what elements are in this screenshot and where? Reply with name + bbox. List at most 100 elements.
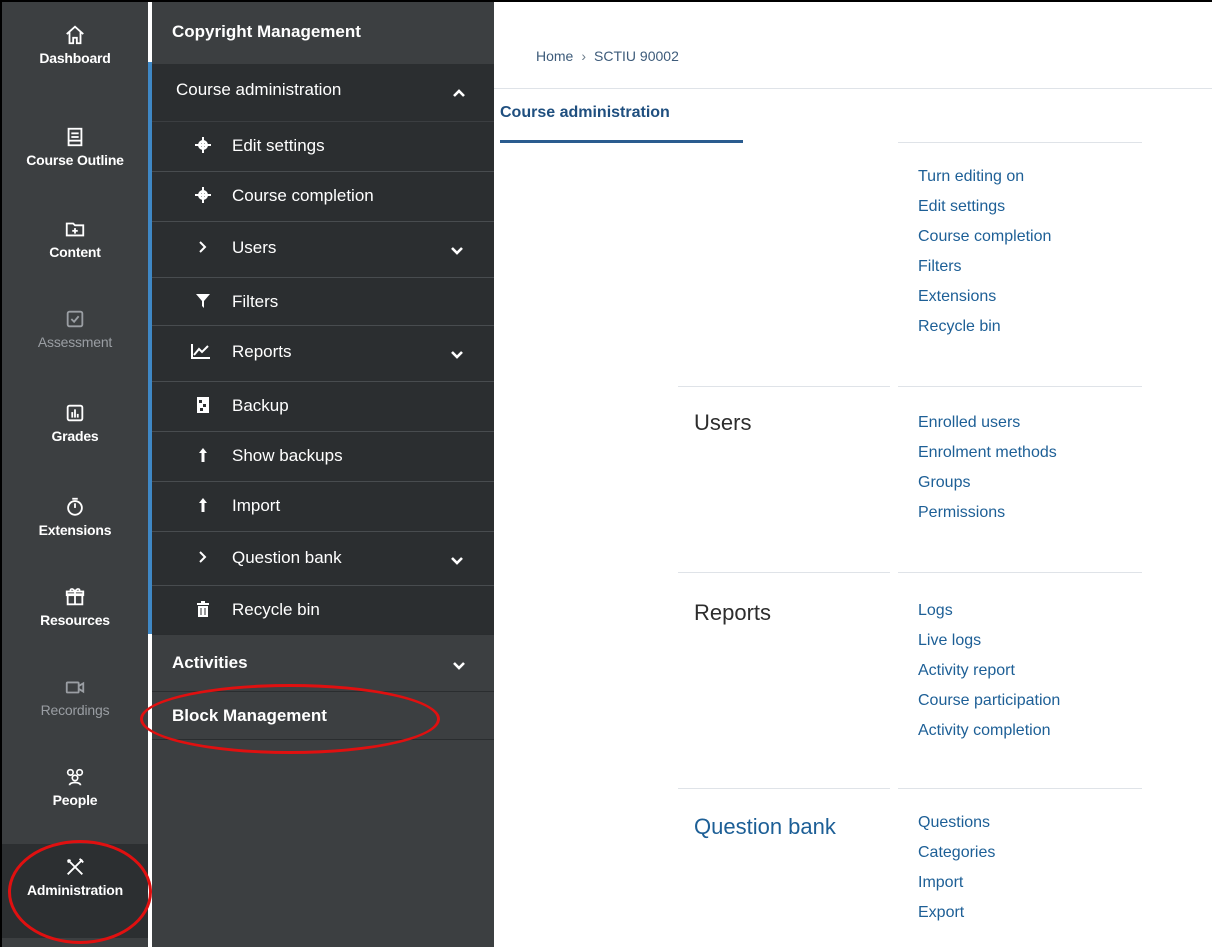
rail-label: Grades: [51, 428, 99, 444]
drawer-item-import[interactable]: Import: [152, 482, 494, 532]
course-administration-toggle[interactable]: Course administration: [152, 64, 494, 122]
link-export[interactable]: Export: [918, 898, 995, 928]
drawer-item-reports[interactable]: Reports: [152, 326, 494, 382]
rail-item-administration[interactable]: Administration: [2, 844, 148, 938]
link-logs[interactable]: Logs: [918, 596, 1060, 626]
group-title-reports: Reports: [694, 600, 772, 625]
rail-item-content[interactable]: Content: [2, 218, 148, 260]
drawer-item-question-bank[interactable]: Question bank: [152, 532, 494, 586]
drawer-item-label: Show backups: [232, 446, 343, 465]
drawer-item-show-backups[interactable]: Show backups: [152, 432, 494, 482]
drawer-item-filters[interactable]: Filters: [152, 278, 494, 326]
course-drawer: Copyright Management Course administrati…: [152, 2, 494, 947]
group-title-users: Users: [694, 410, 752, 435]
gift-icon: [64, 586, 86, 608]
link-questions[interactable]: Questions: [918, 808, 995, 838]
filter-icon: [194, 292, 212, 310]
rail-label: Assessment: [37, 334, 113, 350]
drawer-item-label: Block Management: [172, 706, 327, 725]
breadcrumb: Home › SCTIU 90002: [536, 48, 679, 64]
breadcrumb-separator: ›: [581, 48, 587, 64]
main-content: Home › SCTIU 90002 Course administration T…: [494, 2, 1212, 947]
link-permissions[interactable]: Permissions: [918, 498, 1057, 528]
divider: [678, 788, 890, 789]
drawer-item-backup[interactable]: Backup: [152, 382, 494, 432]
drawer-item-label: Users: [232, 238, 277, 257]
header-divider: [494, 88, 1212, 89]
divider: [898, 386, 1142, 387]
rail-item-extensions[interactable]: Extensions: [2, 496, 148, 538]
link-activity-completion[interactable]: Activity completion: [918, 716, 1060, 746]
drawer-item-block-management[interactable]: Block Management: [152, 692, 494, 740]
link-recycle-bin[interactable]: Recycle bin: [918, 312, 1051, 342]
breadcrumb-course[interactable]: SCTIU 90002: [594, 48, 679, 64]
chevron-down-icon: [450, 246, 464, 256]
drawer-header-label: Copyright Management: [172, 22, 361, 41]
link-enrolled-users[interactable]: Enrolled users: [918, 408, 1057, 438]
rail-item-grades[interactable]: Grades: [2, 402, 148, 444]
users-links: Enrolled users Enrolment methods Groups …: [918, 408, 1057, 528]
rail-label: Course Outline: [26, 152, 124, 168]
active-tab-underline: [500, 140, 743, 143]
divider: [678, 572, 890, 573]
drawer-item-label: Activities: [172, 653, 248, 672]
document-icon: [64, 126, 86, 148]
link-course-participation[interactable]: Course participation: [918, 686, 1060, 716]
drawer-item-label: Recycle bin: [232, 600, 320, 619]
left-rail: Dashboard Course Outline Content Assessm…: [2, 2, 148, 947]
gear-icon: [194, 136, 212, 154]
link-activity-report[interactable]: Activity report: [918, 656, 1060, 686]
rail-item-people[interactable]: People: [2, 766, 148, 808]
rail-label: Dashboard: [39, 50, 111, 66]
link-extensions[interactable]: Extensions: [918, 282, 1051, 312]
drawer-item-recycle-bin[interactable]: Recycle bin: [152, 586, 494, 634]
breadcrumb-home[interactable]: Home: [536, 48, 573, 64]
rail-item-resources[interactable]: Resources: [2, 586, 148, 628]
folder-plus-icon: [64, 218, 86, 240]
chevron-up-icon: [452, 88, 466, 98]
rail-item-recordings[interactable]: Recordings: [2, 676, 148, 718]
link-enrolment-methods[interactable]: Enrolment methods: [918, 438, 1057, 468]
rail-item-assessment[interactable]: Assessment: [2, 308, 148, 350]
link-turn-editing-on[interactable]: Turn editing on: [918, 162, 1051, 192]
link-live-logs[interactable]: Live logs: [918, 626, 1060, 656]
rail-label: People: [52, 792, 98, 808]
drawer-item-label: Course completion: [232, 186, 374, 205]
drawer-item-users[interactable]: Users: [152, 222, 494, 278]
drawer-item-label: Question bank: [232, 548, 342, 567]
upload-icon: [194, 496, 212, 514]
video-camera-icon: [64, 676, 86, 698]
rail-label: Extensions: [38, 522, 112, 538]
tools-icon: [64, 856, 86, 878]
link-import[interactable]: Import: [918, 868, 995, 898]
chevron-down-icon: [450, 350, 464, 360]
course-administration-section: Course administration Edit settings Cour…: [152, 64, 494, 634]
drawer-item-course-completion[interactable]: Course completion: [152, 172, 494, 222]
chevron-right-icon: [194, 238, 212, 256]
upload-icon: [194, 446, 212, 464]
drawer-item-label: Backup: [232, 396, 289, 415]
link-filters[interactable]: Filters: [918, 252, 1051, 282]
drawer-item-label: Filters: [232, 292, 279, 311]
divider: [898, 142, 1142, 143]
drawer-item-activities[interactable]: Activities: [152, 634, 494, 692]
group-title-question-bank[interactable]: Question bank: [694, 814, 836, 840]
link-groups[interactable]: Groups: [918, 468, 1057, 498]
chevron-down-icon: [452, 661, 466, 671]
tab-course-administration[interactable]: Course administration: [500, 104, 670, 122]
people-icon: [64, 766, 86, 788]
rail-item-course-outline[interactable]: Course Outline: [2, 126, 148, 168]
link-edit-settings[interactable]: Edit settings: [918, 192, 1051, 222]
drawer-item-label: Reports: [232, 342, 292, 361]
link-categories[interactable]: Categories: [918, 838, 995, 868]
course-links: Turn editing on Edit settings Course com…: [918, 162, 1051, 342]
chevron-down-icon: [450, 556, 464, 566]
drawer-item-label: Edit settings: [232, 136, 325, 155]
line-chart-icon: [190, 342, 212, 360]
rail-item-dashboard[interactable]: Dashboard: [2, 24, 148, 66]
link-course-completion[interactable]: Course completion: [918, 222, 1051, 252]
drawer-item-edit-settings[interactable]: Edit settings: [152, 122, 494, 172]
question-bank-links: Questions Categories Import Export: [918, 808, 995, 928]
rail-label: Recordings: [40, 702, 110, 718]
drawer-item-copyright-management[interactable]: Copyright Management: [152, 2, 494, 64]
